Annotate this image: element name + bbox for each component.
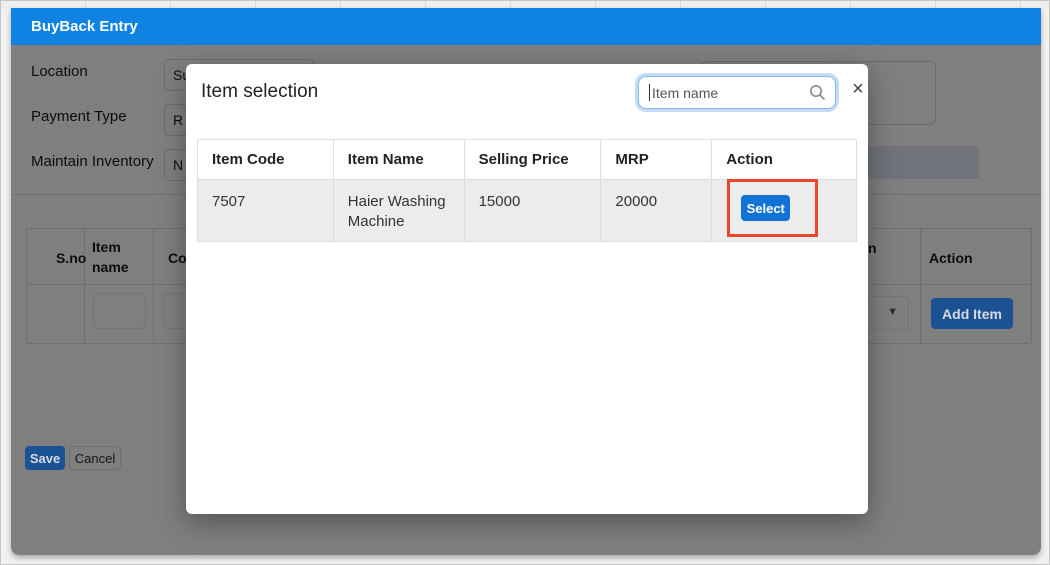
cell-action: Select: [712, 179, 858, 242]
entry-col-sno: S.no: [56, 250, 87, 266]
item-table: Item Code Item Name Selling Price MRP Ac…: [197, 139, 858, 242]
location-label: Location: [31, 63, 88, 80]
col-mrp: MRP: [601, 140, 713, 180]
search-icon: [810, 85, 826, 101]
col-item-name: Item Name: [333, 140, 465, 180]
payment-type-label: Payment Type: [31, 108, 127, 125]
entry-table-border: [1031, 228, 1032, 343]
cell-mrp: 20000: [601, 180, 713, 242]
entry-col-action: Action: [929, 250, 973, 266]
entry-table-border: [920, 228, 921, 343]
text-cursor: [649, 84, 650, 101]
entry-table-border: [26, 228, 27, 343]
add-item-button[interactable]: Add Item: [931, 298, 1013, 329]
item-selection-modal: Item selection × Item Code Item Name Sel…: [186, 64, 868, 514]
col-item-code: Item Code: [198, 140, 334, 180]
maintain-inventory-label: Maintain Inventory: [31, 153, 154, 170]
item-search-input[interactable]: [638, 76, 836, 109]
cell-item-name: Haier Washing Machine: [333, 180, 465, 242]
cancel-button[interactable]: Cancel: [69, 446, 121, 470]
chevron-down-icon: ▼: [887, 306, 898, 318]
entry-item-name-input[interactable]: [93, 293, 146, 329]
col-action: Action: [712, 140, 858, 180]
entry-col-item-name: Item name: [92, 239, 129, 275]
item-table-header: Item Code Item Name Selling Price MRP Ac…: [198, 140, 858, 180]
cell-selling-price: 15000: [464, 180, 602, 242]
select-button[interactable]: Select: [741, 195, 791, 221]
modal-title: Item selection: [201, 81, 319, 102]
screenshot-root: BuyBack Entry Location Payment Type Main…: [0, 0, 1050, 565]
entry-col-co-fragment: Co: [168, 250, 187, 266]
col-selling-price: Selling Price: [464, 140, 602, 180]
close-icon[interactable]: ×: [847, 78, 869, 100]
window-header: BuyBack Entry: [11, 8, 1041, 45]
entry-table-border: [153, 228, 154, 343]
background-page-strip: [1, 1, 1049, 8]
table-row: 7507 Haier Washing Machine 15000 20000 S…: [198, 179, 858, 242]
item-search: [638, 76, 836, 109]
entry-table-border: [84, 228, 85, 343]
entry-col-fragment: n: [868, 240, 877, 256]
save-button[interactable]: Save: [25, 446, 65, 470]
cell-item-code: 7507: [198, 180, 334, 242]
window-title: BuyBack Entry: [31, 18, 138, 35]
